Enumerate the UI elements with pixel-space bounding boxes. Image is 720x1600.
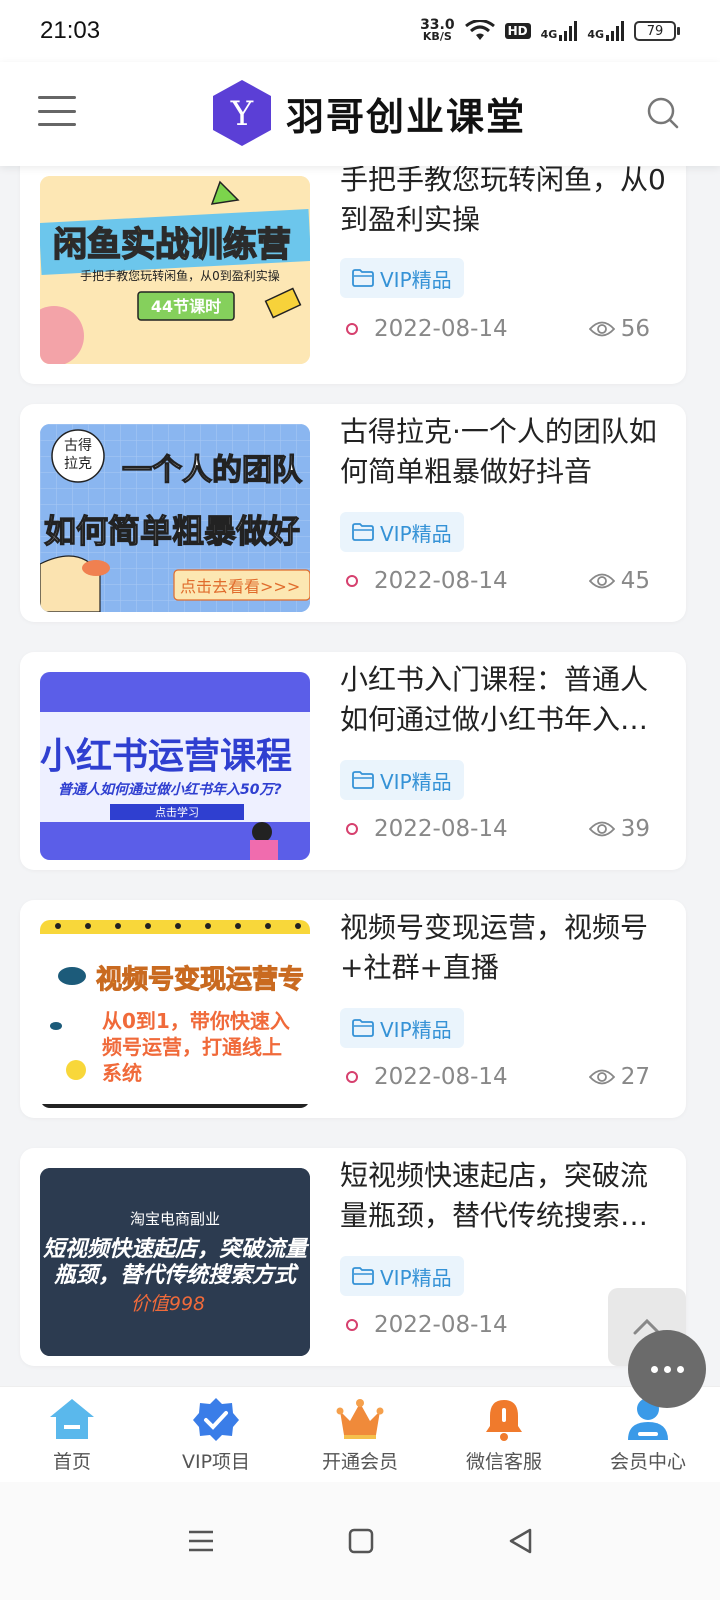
clock-icon: [346, 323, 358, 335]
folder-icon: [352, 1019, 374, 1037]
svg-text:价值998: 价值998: [131, 1293, 205, 1315]
app-header: Y 羽哥创业课堂: [0, 62, 720, 166]
post-card[interactable]: 视频号变现运营专 从0到1，带你快速入 频号运营，打通线上 系统 视频号变现运营…: [20, 900, 686, 1118]
bottom-tab-bar: 首页 VIP项目 开通会员 微信客服 会员中心: [0, 1386, 720, 1482]
svg-text:频号运营，打通线上: 频号运营，打通线上: [102, 1035, 282, 1059]
battery-icon: 79: [634, 21, 680, 41]
post-tag[interactable]: VIP精品: [340, 258, 464, 298]
tab-wechat-service[interactable]: 微信客服: [432, 1387, 576, 1482]
post-card[interactable]: 古得 拉克 一个人的团队 如何简单粗暴做好 点击去看看>>> 古得拉克·一个人的…: [20, 404, 686, 622]
brand[interactable]: Y 羽哥创业课堂: [210, 78, 526, 148]
recent-apps-icon[interactable]: [187, 1528, 215, 1554]
hd-icon: HD: [504, 23, 531, 39]
post-date: 2022-08-14: [346, 316, 508, 342]
folder-icon: [352, 269, 374, 287]
post-thumbnail[interactable]: 闲鱼实战训练营 手把手教您玩转闲鱼，从0到盈利实操 44节课时: [40, 176, 310, 364]
post-tag-label: VIP精品: [380, 769, 452, 794]
svg-text:普通人如何通过做小红书年入50万?: 普通人如何通过做小红书年入50万?: [58, 781, 282, 798]
post-tag[interactable]: VIP精品: [340, 1008, 464, 1048]
post-date: 2022-08-14: [346, 816, 508, 842]
eye-icon: [588, 1069, 615, 1085]
more-options-button[interactable]: [628, 1330, 706, 1408]
post-title[interactable]: 短视频快速起店，突破流量瓶颈，替代传统搜索…: [340, 1156, 670, 1236]
post-title[interactable]: 视频号变现运营，视频号+社群+直播: [340, 908, 670, 988]
svg-text:拉克: 拉克: [64, 456, 92, 472]
status-icons: 33.0 KB/S HD 4G 4G 79: [420, 17, 680, 43]
svg-text:短视频快速起店，突破流量: 短视频快速起店，突破流量: [43, 1236, 310, 1262]
svg-text:视频号变现运营专: 视频号变现运营专: [96, 964, 304, 995]
more-icon: [650, 1365, 658, 1373]
post-views: 45: [588, 568, 650, 594]
svg-text:点击学习: 点击学习: [155, 805, 199, 819]
post-date: 2022-08-14: [346, 568, 508, 594]
post-views: 56: [588, 316, 650, 342]
site-title: 羽哥创业课堂: [286, 94, 527, 139]
status-time: 21:03: [40, 17, 101, 44]
signal-icon: 4G: [541, 21, 578, 41]
svg-text:手把手教您玩转闲鱼，从0到盈利实操: 手把手教您玩转闲鱼，从0到盈利实操: [80, 268, 280, 283]
svg-text:Y: Y: [230, 94, 254, 134]
svg-text:古得: 古得: [64, 437, 92, 454]
post-date: 2022-08-14: [346, 1064, 508, 1090]
post-views: 39: [588, 816, 650, 842]
folder-icon: [352, 771, 374, 789]
home-icon: [47, 1395, 97, 1443]
svg-text:小红书运营课程: 小红书运营课程: [40, 736, 292, 777]
post-tag[interactable]: VIP精品: [340, 1256, 464, 1296]
back-nav-icon[interactable]: [507, 1527, 533, 1555]
post-thumbnail[interactable]: 小红书运营课程 普通人如何通过做小红书年入50万? 点击学习: [40, 672, 310, 860]
clock-icon: [346, 1319, 358, 1331]
post-tag-label: VIP精品: [380, 1017, 452, 1042]
post-tag-label: VIP精品: [380, 267, 452, 292]
post-card[interactable]: 淘宝电商副业 短视频快速起店，突破流量 瓶颈，替代传统搜索方式 价值998 短视…: [20, 1148, 686, 1366]
system-nav-bar: [0, 1482, 720, 1600]
post-thumbnail[interactable]: 视频号变现运营专 从0到1，带你快速入 频号运营，打通线上 系统: [40, 920, 310, 1108]
svg-text:点击去看看>>>: 点击去看看>>>: [180, 577, 300, 596]
post-title[interactable]: 古得拉克·一个人的团队如何简单粗暴做好抖音: [340, 412, 670, 492]
post-date: 2022-08-14: [346, 1312, 508, 1338]
search-icon[interactable]: [646, 96, 680, 130]
clock-icon: [346, 1071, 358, 1083]
post-thumbnail[interactable]: 古得 拉克 一个人的团队 如何简单粗暴做好 点击去看看>>>: [40, 424, 310, 612]
post-tag-label: VIP精品: [380, 1265, 452, 1290]
svg-text:从0到1，带你快速入: 从0到1，带你快速入: [102, 1009, 290, 1033]
eye-icon: [588, 821, 615, 837]
folder-icon: [352, 1267, 374, 1285]
post-card[interactable]: 闲鱼实战训练营 手把手教您玩转闲鱼，从0到盈利实操 44节课时 手把手教您玩转闲…: [20, 152, 686, 384]
svg-text:瓶颈，替代传统搜索方式: 瓶颈，替代传统搜索方式: [54, 1262, 299, 1288]
tab-vip[interactable]: VIP项目: [144, 1387, 288, 1482]
tab-membership[interactable]: 开通会员: [288, 1387, 432, 1482]
vip-badge-icon: [191, 1395, 241, 1443]
post-card[interactable]: 小红书运营课程 普通人如何通过做小红书年入50万? 点击学习 小红书入门课程：普…: [20, 652, 686, 870]
tab-home[interactable]: 首页: [0, 1387, 144, 1482]
svg-text:44节课时: 44节课时: [151, 297, 221, 316]
post-views: 27: [588, 1064, 650, 1090]
eye-icon: [588, 321, 615, 337]
post-title[interactable]: 小红书入门课程：普通人如何通过做小红书年入…: [340, 660, 670, 740]
logo: Y: [210, 78, 274, 148]
clock-icon: [346, 823, 358, 835]
svg-text:淘宝电商副业: 淘宝电商副业: [130, 1210, 220, 1228]
svg-text:闲鱼实战训练营: 闲鱼实战训练营: [53, 225, 291, 265]
post-thumbnail[interactable]: 淘宝电商副业 短视频快速起店，突破流量 瓶颈，替代传统搜索方式 价值998: [40, 1168, 310, 1356]
post-tag[interactable]: VIP精品: [340, 760, 464, 800]
home-nav-icon[interactable]: [348, 1528, 374, 1554]
post-tag[interactable]: VIP精品: [340, 512, 464, 552]
post-tag-label: VIP精品: [380, 521, 452, 546]
svg-text:系统: 系统: [102, 1061, 142, 1085]
svg-text:如何简单粗暴做好: 如何简单粗暴做好: [44, 512, 300, 550]
signal-icon-2: 4G: [587, 21, 624, 41]
menu-icon[interactable]: [38, 96, 76, 126]
status-bar: 21:03 33.0 KB/S HD 4G 4G 79: [0, 0, 720, 62]
post-title[interactable]: 手把手教您玩转闲鱼，从0到盈利实操: [340, 160, 670, 240]
crown-icon: [335, 1395, 385, 1443]
wifi-icon: [464, 20, 495, 40]
bell-icon: [479, 1395, 529, 1443]
network-speed: 33.0 KB/S: [420, 17, 455, 43]
clock-icon: [346, 575, 358, 587]
folder-icon: [352, 523, 374, 541]
eye-icon: [588, 573, 615, 589]
svg-text:一个人的团队: 一个人的团队: [122, 453, 303, 488]
